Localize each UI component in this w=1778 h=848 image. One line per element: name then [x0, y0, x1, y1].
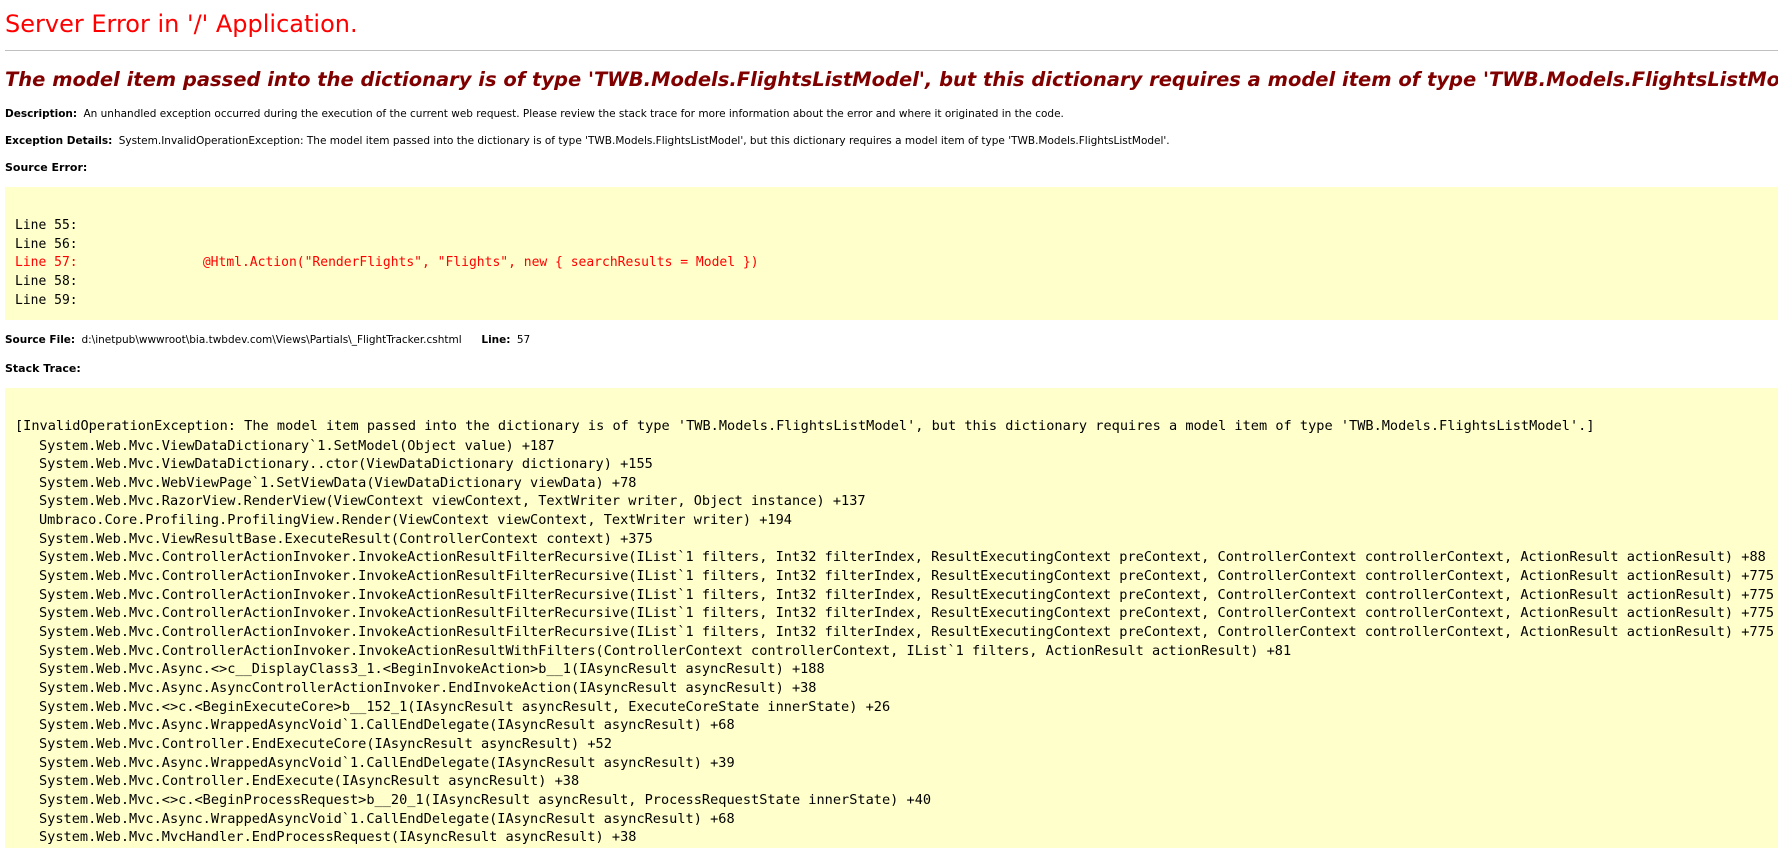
- source-line: Line 58:: [15, 273, 759, 292]
- stack-frame: System.Web.Mvc.ControllerActionInvoker.I…: [39, 568, 1775, 585]
- source-error-label: Source Error:: [5, 161, 88, 174]
- source-line-label: Line 58:: [15, 274, 78, 290]
- source-line-label: Line 55:: [15, 218, 78, 233]
- source-error-box: Line 55: Line 56: Line 57: @Html.Action("R…: [5, 187, 1778, 320]
- stack-frame: System.Web.Mvc.RazorView.RenderView(View…: [39, 493, 866, 510]
- source-line-label: Line 56:: [15, 236, 78, 252]
- stack-frame: System.Web.Mvc.ControllerActionInvoker.I…: [39, 549, 1766, 566]
- stack-frame: System.Web.Mvc.ControllerActionInvoker.I…: [39, 586, 1775, 603]
- source-line: Line 56:: [15, 236, 759, 255]
- stack-frame: System.Web.Mvc.ViewResultBase.ExecuteRes…: [39, 530, 653, 547]
- stack-frame: System.Web.Mvc.ViewDataDictionary`1.SetM…: [39, 437, 555, 454]
- stack-frame: System.Web.Mvc.<>c.<BeginProcessRequest>…: [39, 791, 932, 808]
- source-file-block: Source File: d:\inetpub\wwwroot\bia.twbd…: [5, 334, 530, 346]
- stack-trace-frames: System.Web.Mvc.ViewDataDictionary`1.SetM…: [39, 437, 1774, 847]
- description-text: An unhandled exception occurred during t…: [83, 108, 1064, 120]
- source-line: Line 55:: [15, 217, 759, 236]
- source-line-label: Line 59:: [15, 292, 78, 308]
- stack-trace-header: [InvalidOperationException: The model it…: [15, 418, 1595, 434]
- stack-frame: System.Web.Mvc.Controller.EndExecuteCore…: [39, 736, 612, 752]
- source-line-number: 57: [516, 334, 531, 346]
- stack-frame: Umbraco.Core.Profiling.ProfilingView.Ren…: [39, 512, 792, 529]
- source-line-label: Line 57:: [15, 255, 78, 271]
- title-divider: [5, 50, 1778, 51]
- stack-frame: System.Web.Mvc.ControllerActionInvoker.I…: [39, 642, 1292, 659]
- source-line: Line 59:: [15, 292, 759, 311]
- stack-frame: System.Web.Mvc.MvcHandler.EndProcessRequ…: [39, 829, 637, 846]
- stack-frame: System.Web.Mvc.Async.WrappedAsyncVoid`1.…: [39, 717, 735, 734]
- source-line: Line 57: @Html.Action("RenderFlights", "…: [15, 254, 759, 273]
- source-file-path: d:\inetpub\wwwroot\bia.twbdev.com\Views\…: [81, 334, 462, 346]
- stack-trace-label: Stack Trace:: [5, 362, 81, 375]
- exception-details-text: System.InvalidOperationException: The mo…: [118, 135, 1170, 147]
- exception-details-label: Exception Details:: [5, 135, 113, 147]
- error-message: The model item passed into the dictionar…: [5, 68, 1778, 91]
- source-code-listing: Line 55: Line 56: Line 57: @Html.Action("R…: [15, 217, 759, 311]
- stack-frame: System.Web.Mvc.Async.WrappedAsyncVoid`1.…: [39, 810, 735, 827]
- exception-details-block: Exception Details: System.InvalidOperati…: [5, 135, 1170, 147]
- stack-frame: System.Web.Mvc.ViewDataDictionary..ctor(…: [39, 456, 653, 473]
- stack-frame: System.Web.Mvc.Async.AsyncControllerActi…: [39, 680, 817, 697]
- source-line-label: Line:: [481, 334, 511, 346]
- source-line-code: @Html.Action("RenderFlights", "Flights",…: [77, 255, 759, 271]
- stack-trace-box: [InvalidOperationException: The model it…: [5, 388, 1778, 848]
- source-file-label: Source File:: [5, 334, 76, 346]
- stack-frame: System.Web.Mvc.Controller.EndExecute(IAs…: [39, 773, 580, 790]
- stack-frame: System.Web.Mvc.Async.WrappedAsyncVoid`1.…: [39, 754, 735, 771]
- description-block: Description: An unhandled exception occu…: [5, 108, 1064, 120]
- description-label: Description:: [5, 108, 78, 120]
- page-title: Server Error in '/' Application.: [5, 10, 358, 38]
- stack-frame: System.Web.Mvc.ControllerActionInvoker.I…: [39, 624, 1775, 641]
- stack-frame: System.Web.Mvc.WebViewPage`1.SetViewData…: [39, 474, 637, 491]
- stack-frame: System.Web.Mvc.ControllerActionInvoker.I…: [39, 605, 1775, 622]
- stack-frame: System.Web.Mvc.<>c.<BeginExecuteCore>b__…: [39, 698, 891, 715]
- error-page: Server Error in '/' Application. The mod…: [0, 0, 1778, 848]
- stack-frame: System.Web.Mvc.Async.<>c__DisplayClass3_…: [39, 661, 825, 678]
